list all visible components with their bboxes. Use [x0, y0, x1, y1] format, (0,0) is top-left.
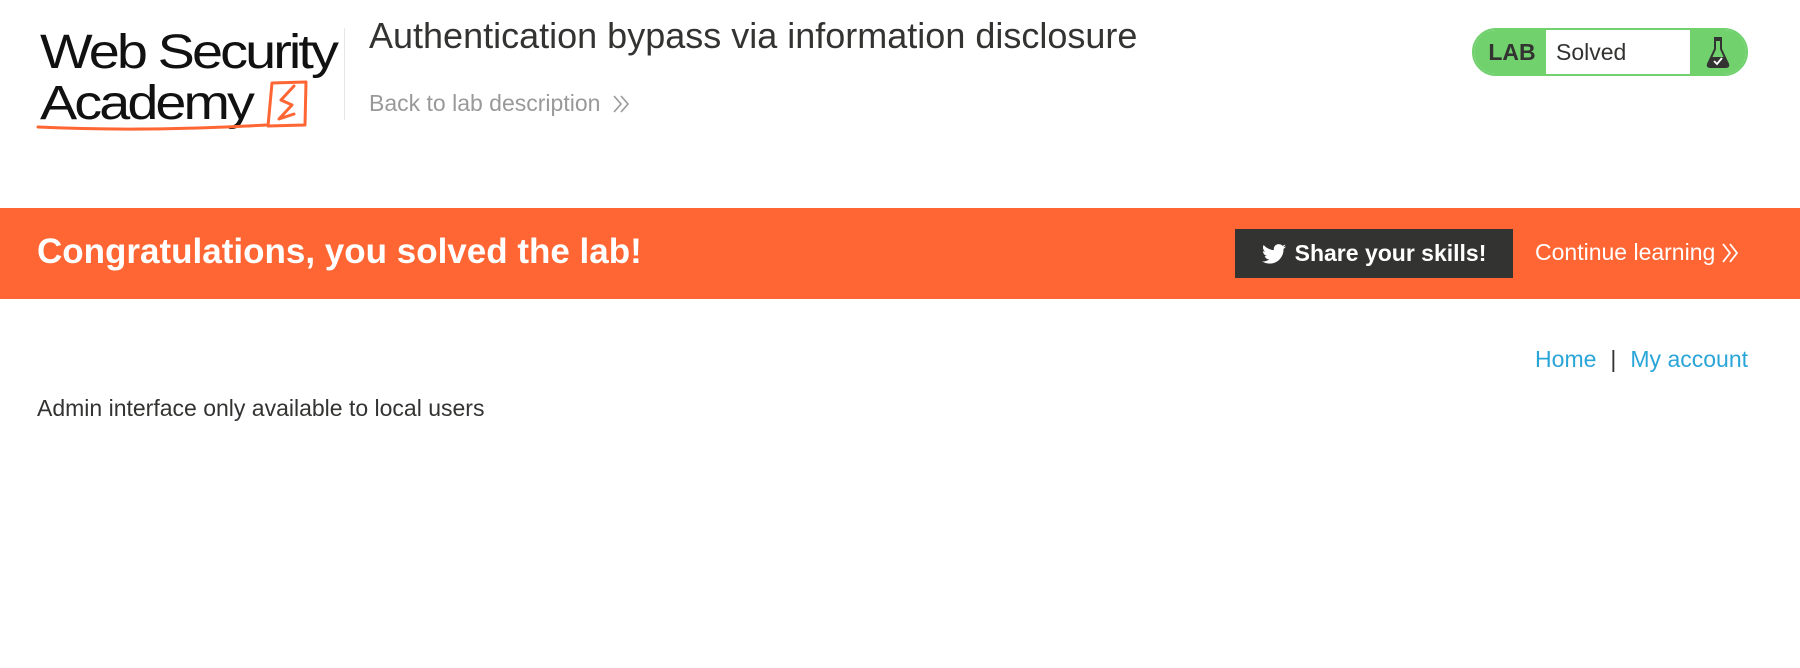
lab-solved-message: Congratulations, you solved the lab!	[37, 232, 642, 271]
share-skills-label: Share your skills!	[1294, 240, 1487, 266]
flask-icon	[1690, 30, 1746, 74]
lab-header: Web Security Academy Authentication bypa…	[0, 0, 1800, 208]
double-chevron-icon	[1722, 242, 1739, 263]
my-account-link[interactable]: My account	[1630, 346, 1748, 373]
logo-flash-icon	[266, 80, 308, 128]
top-nav-links: Home | My account	[1535, 346, 1748, 373]
share-skills-button[interactable]: Share your skills!	[1235, 229, 1513, 278]
nav-separator: |	[1610, 346, 1617, 372]
continue-learning-link[interactable]: Continue learning	[1535, 239, 1739, 266]
lab-title: Authentication bypass via information di…	[369, 15, 1138, 56]
home-link[interactable]: Home	[1535, 346, 1596, 373]
lab-status-value: Solved	[1556, 38, 1627, 65]
continue-learning-label: Continue learning	[1535, 239, 1716, 265]
back-to-lab-description-link[interactable]: Back to lab description	[369, 90, 630, 117]
double-chevron-icon	[613, 94, 630, 113]
logo-line-2: Academy	[40, 77, 255, 130]
lab-status-label: LAB	[1474, 30, 1546, 74]
twitter-icon	[1261, 243, 1286, 264]
back-link-label: Back to lab description	[369, 90, 601, 116]
logo-line-1: Web Security	[40, 26, 339, 79]
lab-status-widget: LAB Solved	[1472, 28, 1748, 76]
header-divider	[344, 28, 345, 120]
admin-interface-message: Admin interface only available to local …	[37, 395, 485, 421]
web-security-academy-logo[interactable]: Web Security Academy	[36, 24, 342, 132]
lab-solved-banner: Congratulations, you solved the lab! Sha…	[0, 208, 1800, 299]
